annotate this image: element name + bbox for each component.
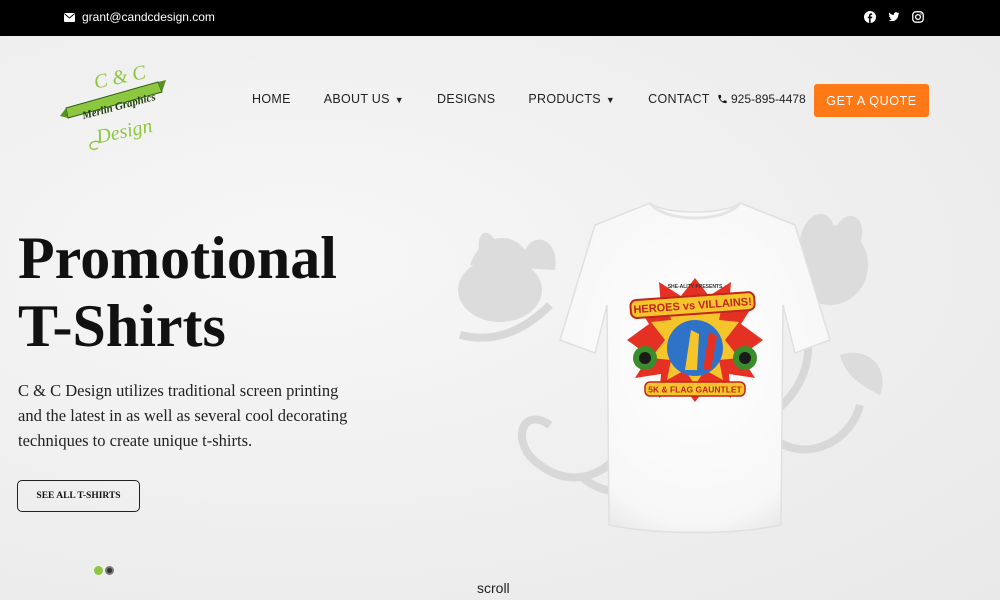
nav-home[interactable]: HOME — [252, 92, 291, 106]
nav-contact[interactable]: CONTACT — [648, 92, 710, 106]
chevron-down-icon: ▼ — [605, 95, 616, 105]
nav-designs-label: DESIGNS — [437, 92, 496, 106]
envelope-icon — [64, 12, 75, 22]
hero-description: C & C Design utilizes traditional screen… — [18, 381, 348, 450]
email-link[interactable]: grant@candcdesign.com — [64, 10, 215, 24]
shirt-graphic-top-text: SHE-ALITY PRESENTS — [668, 284, 723, 290]
scroll-indicator[interactable]: scroll — [477, 580, 510, 596]
email-text: grant@candcdesign.com — [82, 10, 215, 24]
slider-dot-1[interactable] — [94, 566, 103, 575]
shirt-graphic-bottom-text: 5K & FLAG GAUNTLET — [648, 385, 742, 395]
top-bar: grant@candcdesign.com — [0, 0, 1000, 36]
get-quote-button[interactable]: GET A QUOTE — [814, 84, 929, 117]
phone-icon — [718, 94, 727, 104]
tshirt-image: HEROES vs VILLAINS! SHE-ALITY PRESENTS 5… — [559, 201, 831, 534]
social-links — [864, 10, 924, 23]
see-all-tshirts-button[interactable]: SEE ALL T-SHIRTS — [17, 480, 140, 512]
hero-title-line2: T-Shirts — [18, 293, 226, 359]
nav-contact-label: CONTACT — [648, 92, 710, 106]
twitter-icon[interactable] — [888, 10, 900, 22]
facebook-icon[interactable] — [864, 10, 876, 23]
nav-designs[interactable]: DESIGNS — [437, 92, 495, 106]
nav-home-label: HOME — [252, 92, 291, 106]
slider-dots — [94, 566, 114, 575]
hero-title-line1: Promotional — [18, 225, 337, 291]
slider-dot-2[interactable] — [105, 566, 114, 575]
main-nav: HOME ABOUT US ▼ DESIGNS PRODUCTS ▼ CONTA… — [252, 92, 710, 106]
hero-title: Promotional T-Shirts — [18, 224, 438, 360]
logo-line2: Design — [93, 115, 154, 149]
nav-products-label: PRODUCTS — [528, 92, 601, 106]
nav-products[interactable]: PRODUCTS ▼ — [528, 92, 615, 106]
nav-about-us[interactable]: ABOUT US ▼ — [324, 92, 404, 106]
instagram-icon[interactable] — [912, 10, 924, 23]
phone-link[interactable]: 925-895-4478 — [717, 92, 806, 106]
phone-number: 925-895-4478 — [731, 92, 806, 106]
chevron-down-icon: ▼ — [394, 95, 404, 105]
nav-about-us-label: ABOUT US — [323, 92, 390, 106]
site-logo[interactable]: C & C Merlin Graphics Design — [58, 58, 170, 156]
